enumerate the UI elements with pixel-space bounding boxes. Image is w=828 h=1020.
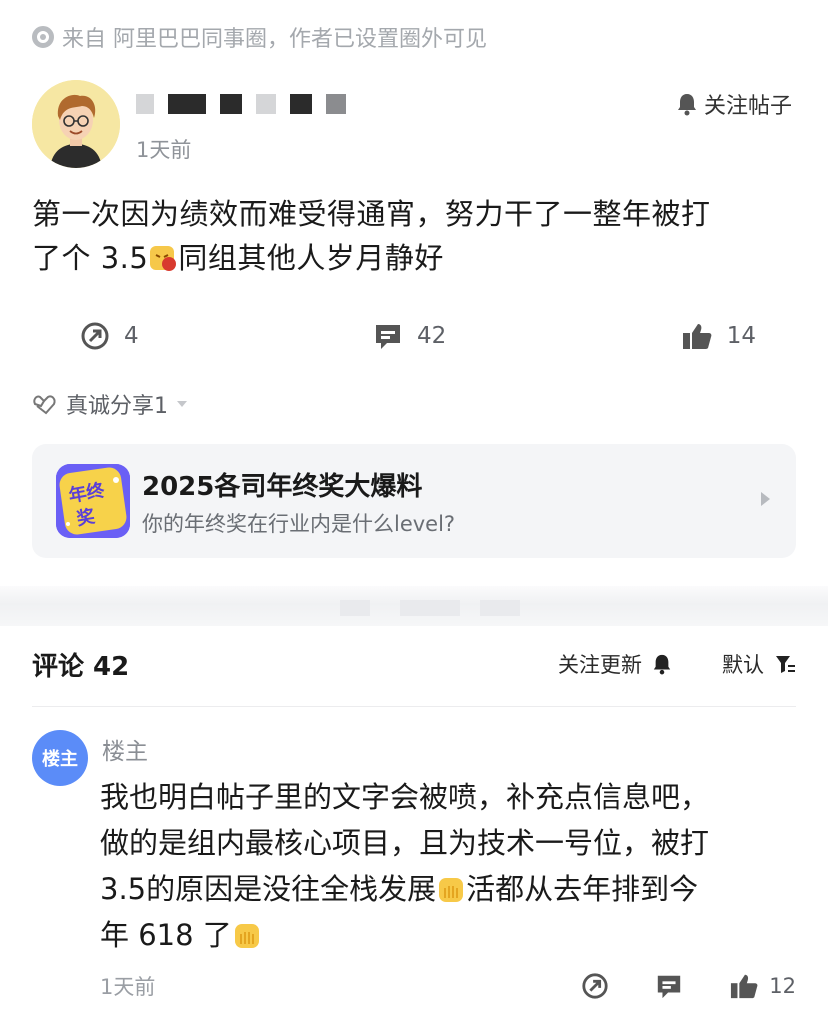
promo-subtitle: 你的年终奖在行业内是什么level?: [142, 512, 456, 536]
post-body-line: 第一次因为绩效而难受得通宵，努力干了一整年被打: [32, 197, 711, 231]
post-actions: 4 42 14: [80, 314, 756, 358]
follow-post-button[interactable]: 关注帖子: [676, 88, 792, 120]
blurred-separator: [0, 586, 828, 626]
comment-line: 年 618 了: [100, 912, 800, 958]
post-body-text: 了个 3.5: [32, 241, 149, 275]
comment-actions: 12: [581, 972, 796, 1000]
comment-line: 做的是组内最核心项目，且为技术一号位，被打: [100, 826, 710, 860]
comment-icon[interactable]: [655, 972, 683, 1000]
post-body-line: 了个 3.5 同组其他人岁月静好: [32, 236, 802, 280]
redacted-block: [340, 600, 370, 616]
redacted-block: [168, 94, 206, 114]
thumb-up-icon: [682, 324, 712, 349]
comment-line: 3.5的原因是没往全栈发展 活都从去年排到今: [100, 866, 800, 912]
comment-author[interactable]: 楼主: [102, 732, 148, 766]
share-info-text: 真诚分享1: [66, 394, 168, 419]
redacted-block: [220, 94, 242, 114]
comment-text: 活都从去年排到今: [466, 872, 699, 906]
source-text: 来自 阿里巴巴同事圈，作者已设置圈外可见: [62, 27, 487, 52]
promo-title: 2025各司年终奖大爆料: [142, 472, 423, 502]
comments-header: 评论 42 关注更新 默认: [32, 642, 796, 686]
share-icon: [81, 322, 109, 350]
year-end-bonus-logo: 年终 奖: [56, 464, 130, 538]
share-action[interactable]: 4: [80, 321, 139, 351]
comment-like-count: 12: [769, 974, 796, 998]
comment-action[interactable]: 42: [373, 321, 446, 351]
comment-time: 1天前: [100, 975, 156, 999]
post-header: 1天前 关注帖子: [32, 80, 796, 176]
source-bar: 来自 阿里巴巴同事圈，作者已设置圈外可见: [32, 20, 487, 54]
share-icon[interactable]: [581, 972, 609, 1000]
redacted-block: [290, 94, 312, 114]
comment-line: 我也明白帖子里的文字会被喷，补充点信息吧，: [100, 780, 710, 814]
comment-text: 年 618 了: [100, 918, 232, 952]
sort-label: 默认: [722, 653, 764, 677]
chevron-right-icon: [761, 492, 770, 506]
thumb-up-icon: [731, 974, 758, 999]
post-body: 第一次因为绩效而难受得通宵，努力干了一整年被打 了个 3.5 同组其他人岁月静好: [32, 192, 802, 280]
author-avatar[interactable]: [32, 80, 120, 168]
comment-icon: [376, 325, 401, 349]
hands-together-emoji-icon: [439, 878, 464, 902]
redacted-block: [326, 94, 346, 114]
heart-hands-icon: [33, 395, 56, 415]
bell-icon: [677, 94, 696, 116]
comment-avatar[interactable]: 楼主: [32, 730, 88, 786]
redacted-block: [480, 600, 520, 616]
like-count: 14: [726, 323, 756, 349]
bell-icon: [653, 654, 671, 675]
post-body-text: 同组其他人岁月静好: [178, 241, 444, 275]
redacted-block: [400, 600, 460, 616]
comment-footer: 1天前 12: [100, 966, 796, 1006]
angry-emoji-icon: [150, 246, 177, 271]
cartoon-avatar-icon: [32, 80, 120, 168]
caret-down-icon: [177, 401, 187, 407]
sort-button[interactable]: 默认: [722, 649, 796, 679]
sort-filter-icon: [776, 656, 795, 673]
redacted-block: [136, 94, 154, 114]
comment-like-button[interactable]: 12: [729, 972, 796, 1000]
follow-post-label: 关注帖子: [703, 94, 792, 119]
like-action[interactable]: 14: [681, 321, 756, 351]
follow-updates-button[interactable]: 关注更新: [558, 649, 672, 679]
divider: [32, 706, 796, 707]
circle-dot-icon: [32, 26, 54, 48]
post-time: 1天前: [136, 138, 192, 162]
comment-body: 我也明白帖子里的文字会被喷，补充点信息吧， 做的是组内最核心项目，且为技术一号位…: [100, 774, 800, 958]
comment-text: 3.5的原因是没往全栈发展: [100, 872, 437, 906]
author-name-redacted[interactable]: [136, 94, 346, 114]
comment-count: 42: [417, 323, 447, 349]
follow-updates-label: 关注更新: [558, 653, 642, 677]
comments-title: 评论 42: [32, 651, 130, 682]
share-count: 4: [124, 323, 139, 349]
year-end-bonus-icon: 年终 奖: [56, 464, 130, 538]
redacted-block: [256, 94, 276, 114]
promo-card[interactable]: 年终 奖 2025各司年终奖大爆料 你的年终奖在行业内是什么level?: [32, 444, 796, 558]
hands-together-emoji-icon: [234, 924, 259, 948]
share-info[interactable]: 真诚分享1: [32, 388, 188, 420]
comments-tools: 关注更新 默认: [558, 649, 796, 679]
